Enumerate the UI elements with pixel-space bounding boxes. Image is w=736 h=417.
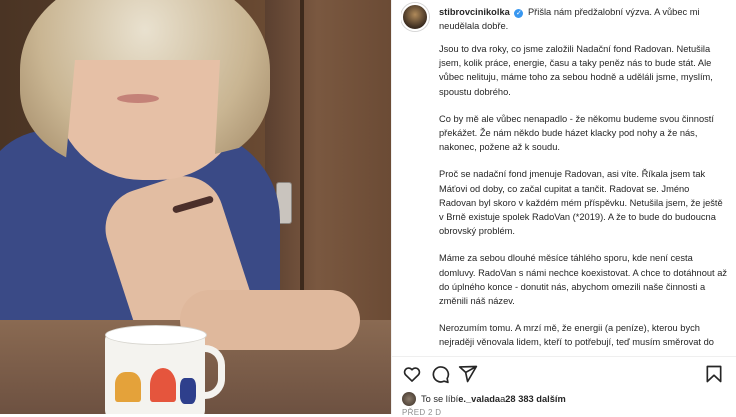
username-link[interactable]: stibrovcinikolka xyxy=(439,7,510,17)
caption-header: stibrovcinikolka ✓ Přišla nám předžalobn… xyxy=(401,2,728,33)
caption-first-line: stibrovcinikolka ✓ Přišla nám předžalobn… xyxy=(439,2,728,33)
caption-paragraph: Nerozumím tomu. A mrzí mě, že energii (a… xyxy=(439,323,725,352)
mug-handle xyxy=(196,345,225,399)
mug-figure-yellow xyxy=(115,372,141,402)
post-photo xyxy=(0,0,391,414)
mouth xyxy=(117,94,159,103)
heart-icon[interactable] xyxy=(402,364,422,384)
share-icon[interactable] xyxy=(458,364,478,384)
caption-paragraph: Co by mě ale vůbec nenapadlo - že někomu… xyxy=(439,113,714,153)
mug-figure-blue xyxy=(180,378,196,404)
caption-paragraph: Jsou to dva roky, co jsme založili Nadač… xyxy=(439,44,713,97)
caption-paragraph: Máme za sebou dlouhé měsíce táhlého spor… xyxy=(439,253,728,307)
action-bar xyxy=(402,364,724,386)
bookmark-icon[interactable] xyxy=(704,364,724,384)
verified-badge-icon: ✓ xyxy=(514,9,524,18)
mug-rim xyxy=(105,325,207,345)
door-edge xyxy=(300,0,304,330)
divider xyxy=(392,356,736,357)
caption-area[interactable]: stibrovcinikolka ✓ Přišla nám předžalobn… xyxy=(401,2,728,352)
post-side-panel: stibrovcinikolka ✓ Přišla nám předžalobn… xyxy=(391,0,736,417)
likes-summary[interactable]: To se líbí e._valada a 28 383 dalším xyxy=(402,392,566,406)
background-door xyxy=(265,0,391,330)
post-timestamp: PŘED 2 D xyxy=(402,408,442,417)
likes-count[interactable]: 28 383 dalším xyxy=(505,394,565,404)
caption-body: Jsou to dva roky, co jsme založili Nadač… xyxy=(439,42,728,352)
mug-figure-red xyxy=(150,368,176,402)
liker-username[interactable]: e._valada xyxy=(458,394,500,404)
resting-arm xyxy=(180,290,360,350)
comment-icon[interactable] xyxy=(430,364,450,384)
likes-prefix: To se líbí xyxy=(421,394,459,404)
caption-paragraph: Proč se nadační fond jmenuje Radovan, as… xyxy=(439,169,723,237)
liker-avatar xyxy=(402,392,416,406)
avatar[interactable] xyxy=(401,3,429,31)
